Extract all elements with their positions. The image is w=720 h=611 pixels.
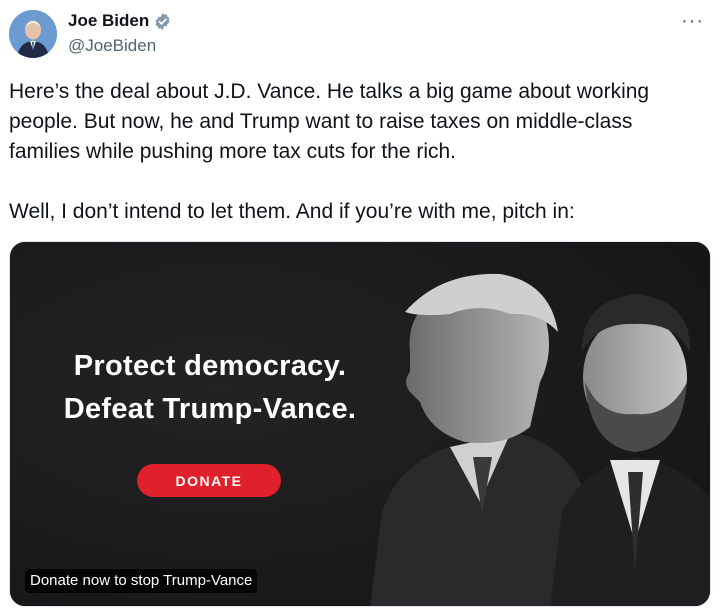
tweet-paragraph-2: Well, I don’t intend to let them. And if… (9, 200, 575, 223)
media-headline-line1: Protect democracy. (73, 350, 347, 382)
media-headline-line2: Defeat Trump-Vance. (63, 393, 357, 425)
media-card[interactable]: Protect democracy. Defeat Trump-Vance. D… (9, 241, 711, 607)
author-handle[interactable]: @JoeBiden (68, 36, 156, 56)
tweet-text: Here’s the deal about J.D. Vance. He tal… (9, 77, 689, 227)
author-name-row: Joe Biden (68, 11, 172, 31)
media-caption: Donate now to stop Trump-Vance (25, 569, 258, 593)
avatar[interactable] (9, 10, 57, 58)
more-options-icon[interactable]: ··· (681, 10, 704, 33)
tweet-paragraph-1: Here’s the deal about J.D. Vance. He tal… (9, 80, 650, 163)
author-name[interactable]: Joe Biden (68, 11, 149, 31)
donate-button[interactable]: DONATE (137, 464, 281, 497)
verified-badge-icon (155, 12, 170, 30)
avatar-photo (9, 10, 57, 58)
tweet-header: Joe Biden @JoeBiden ··· (0, 0, 720, 70)
